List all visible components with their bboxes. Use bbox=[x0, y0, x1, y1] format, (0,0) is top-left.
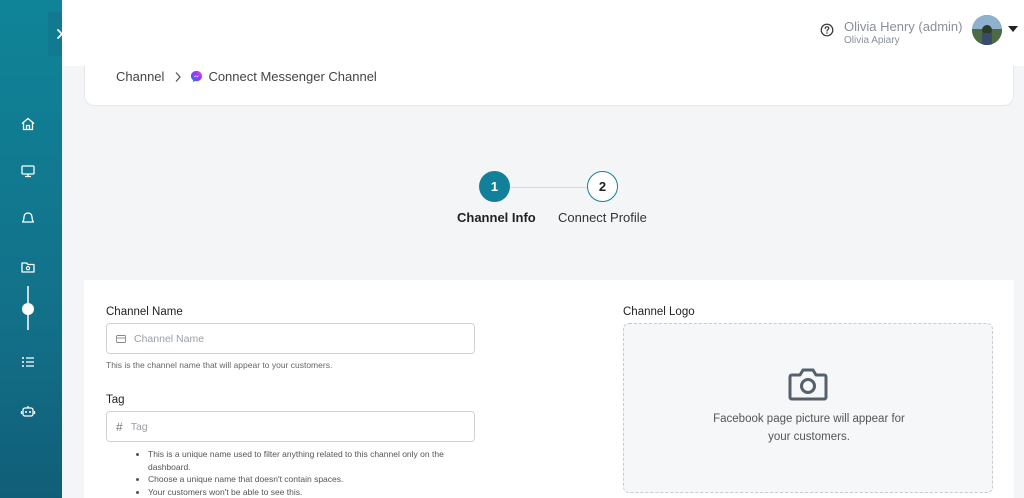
sidebar-item-list[interactable] bbox=[18, 352, 38, 372]
folder-icon bbox=[21, 262, 35, 273]
avatar[interactable] bbox=[972, 15, 1002, 45]
list-item: This is a unique name used to filter any… bbox=[148, 448, 486, 473]
user-menu-caret-icon[interactable] bbox=[1008, 26, 1018, 32]
list-item: Choose a unique name that doesn't contai… bbox=[148, 473, 486, 486]
logo-text-line-1: Facebook page picture will appear for bbox=[713, 413, 905, 425]
sidebar-item-home[interactable] bbox=[18, 114, 38, 134]
step-2-indicator[interactable]: 2 bbox=[587, 171, 618, 202]
stepper-connector bbox=[510, 187, 590, 188]
user-name: Olivia Henry (admin) bbox=[844, 19, 963, 34]
list-item: Your customers won't be able to see this… bbox=[148, 486, 486, 498]
help-icon[interactable] bbox=[820, 23, 834, 37]
sidebar-slider-handle[interactable] bbox=[22, 303, 34, 315]
user-organization: Olivia Apiary bbox=[844, 35, 900, 46]
sidebar-item-folder[interactable] bbox=[18, 257, 38, 277]
tag-hints: This is a unique name used to filter any… bbox=[136, 448, 486, 498]
logo-dropzone-text: Facebook page picture will appear for yo… bbox=[694, 410, 924, 446]
home-icon bbox=[21, 117, 35, 131]
breadcrumb-channel-link[interactable]: Channel bbox=[116, 69, 164, 84]
channel-logo-dropzone[interactable]: Facebook page picture will appear for yo… bbox=[623, 323, 993, 493]
channel-name-input[interactable] bbox=[134, 332, 454, 345]
robot-icon bbox=[20, 406, 36, 417]
step-2-label: Connect Profile bbox=[558, 210, 647, 225]
card-icon bbox=[116, 334, 126, 343]
bell-icon bbox=[22, 212, 34, 223]
step-1-indicator[interactable]: 1 bbox=[479, 171, 510, 202]
camera-icon bbox=[788, 368, 828, 401]
breadcrumb-card: Channel Connect Messenger Channel bbox=[84, 66, 1014, 106]
breadcrumb-current: Connect Messenger Channel bbox=[208, 69, 377, 84]
hashtag-icon: # bbox=[116, 419, 123, 434]
step-1-label: Channel Info bbox=[457, 210, 536, 225]
channel-name-help: This is the channel name that will appea… bbox=[106, 360, 333, 370]
tag-field[interactable]: # bbox=[106, 411, 475, 442]
sidebar-item-monitor[interactable] bbox=[18, 161, 38, 181]
sidebar bbox=[0, 0, 72, 498]
messenger-icon bbox=[191, 70, 203, 83]
channel-name-label: Channel Name bbox=[106, 306, 183, 318]
channel-logo-label: Channel Logo bbox=[623, 306, 695, 318]
tag-label: Tag bbox=[106, 394, 125, 406]
channel-name-field[interactable] bbox=[106, 323, 475, 354]
logo-text-line-2: your customers. bbox=[768, 431, 850, 443]
channel-info-form: Channel Name This is the channel name th… bbox=[84, 280, 1014, 498]
list-icon bbox=[22, 357, 34, 367]
breadcrumb: Channel Connect Messenger Channel bbox=[116, 69, 377, 84]
sidebar-item-notifications[interactable] bbox=[18, 208, 38, 228]
top-bar: Olivia Henry (admin) Olivia Apiary bbox=[62, 0, 1024, 66]
sidebar-item-bot[interactable] bbox=[18, 401, 38, 421]
avatar-image bbox=[972, 15, 1002, 45]
monitor-icon bbox=[21, 165, 35, 178]
chevron-right-icon bbox=[174, 71, 182, 83]
tag-input[interactable] bbox=[130, 420, 451, 433]
